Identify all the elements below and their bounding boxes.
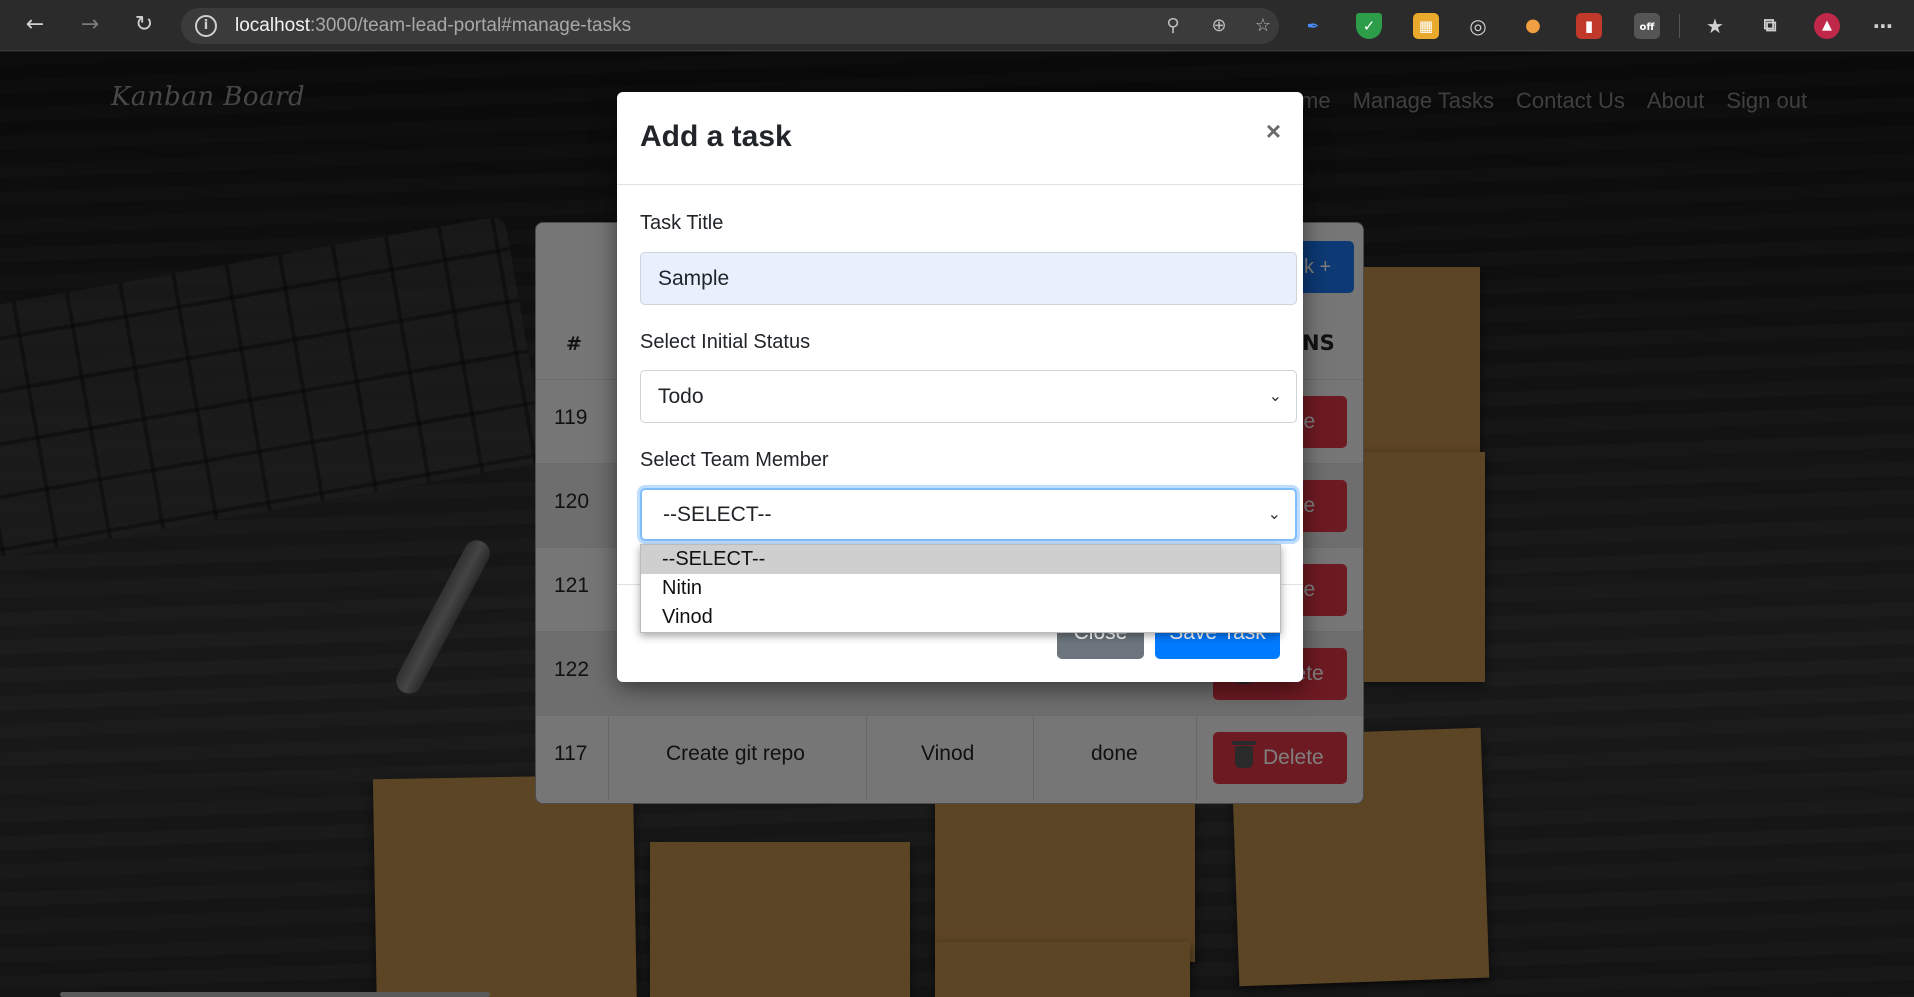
site-info-icon[interactable]: i <box>195 15 217 37</box>
status-label: Select Initial Status <box>640 331 811 353</box>
team-member-options: --SELECT-- Nitin Vinod <box>640 544 1281 633</box>
toolbar-divider <box>1679 14 1680 38</box>
option-select[interactable]: --SELECT-- <box>641 545 1280 574</box>
extension-pen-icon[interactable]: ✒ <box>1300 13 1326 39</box>
forward-icon[interactable]: → <box>75 10 105 40</box>
browser-toolbar: ← → ↻ i localhost:3000/team-lead-portal#… <box>0 0 1914 51</box>
extension-bulb-icon[interactable]: ● <box>1520 13 1546 39</box>
modal-header: Add a task × <box>617 92 1303 185</box>
team-member-label: Select Team Member <box>640 449 829 471</box>
horizontal-scrollbar[interactable] <box>60 992 490 997</box>
status-select-value: Todo <box>658 385 704 408</box>
extension-off-icon[interactable]: off <box>1634 13 1660 39</box>
option-nitin[interactable]: Nitin <box>641 574 1280 603</box>
collections-icon[interactable]: ⧉ <box>1757 13 1783 39</box>
back-icon[interactable]: ← <box>20 10 50 40</box>
refresh-icon[interactable]: ↻ <box>129 10 159 40</box>
more-menu-icon[interactable]: ⋯ <box>1870 13 1896 39</box>
favorite-star-icon[interactable]: ☆ <box>1251 14 1275 38</box>
chevron-down-icon: ⌄ <box>1267 506 1281 523</box>
close-icon[interactable]: × <box>1266 118 1281 144</box>
address-bar[interactable]: i localhost:3000/team-lead-portal#manage… <box>181 8 1279 44</box>
extension-shield-icon[interactable]: ✓ <box>1356 13 1382 39</box>
modal-title: Add a task <box>640 120 792 153</box>
status-select[interactable]: Todo ⌄ <box>640 370 1297 423</box>
task-title-input[interactable]: Sample <box>640 252 1297 305</box>
task-title-label: Task Title <box>640 212 724 234</box>
extension-target-icon[interactable]: ◎ <box>1465 13 1491 39</box>
option-vinod[interactable]: Vinod <box>641 603 1280 632</box>
zoom-icon[interactable]: ⊕ <box>1207 14 1231 38</box>
chevron-down-icon: ⌄ <box>1268 388 1282 405</box>
favorites-icon[interactable]: ★ <box>1702 13 1728 39</box>
extension-book-icon[interactable]: ▮ <box>1576 13 1602 39</box>
address-url[interactable]: localhost:3000/team-lead-portal#manage-t… <box>235 15 631 37</box>
extension-color-icon[interactable]: ▦ <box>1413 13 1439 39</box>
team-member-select-value: --SELECT-- <box>663 503 772 526</box>
key-icon[interactable]: ⚲ <box>1161 14 1185 38</box>
profile-avatar[interactable]: ▲ <box>1814 13 1840 39</box>
team-member-select[interactable]: --SELECT-- ⌄ <box>640 488 1297 541</box>
